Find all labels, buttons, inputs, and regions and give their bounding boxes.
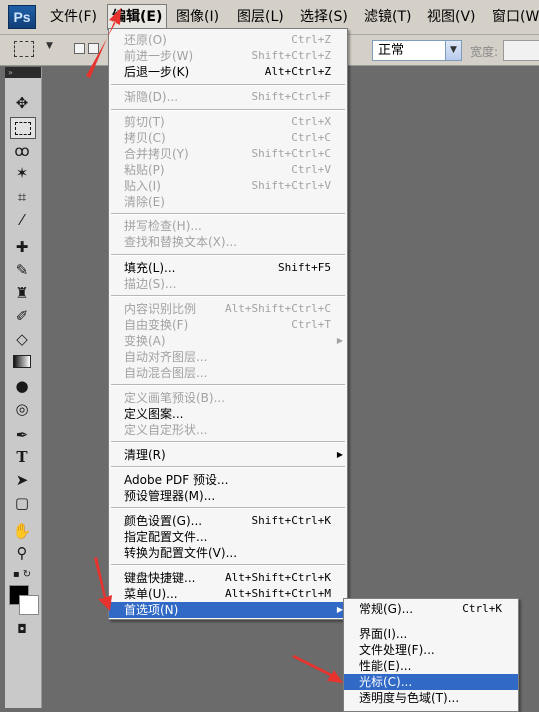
menu-item-paste[interactable]: 粘贴(P) Ctrl+V xyxy=(109,162,347,178)
clone-stamp-tool-icon[interactable]: ♜ xyxy=(10,283,34,303)
menu-item-step-backward[interactable]: 后退一步(K) Alt+Ctrl+Z xyxy=(109,64,347,80)
menu-image[interactable]: 图像(I) xyxy=(172,5,223,29)
shape-tool-icon[interactable]: ▢ xyxy=(10,493,34,513)
menu-edit[interactable]: 编辑(E) xyxy=(107,4,168,30)
width-label: 宽度: xyxy=(470,45,499,59)
background-color-swatch[interactable] xyxy=(19,595,39,615)
menu-separator xyxy=(111,384,345,386)
menu-item-copy-merged[interactable]: 合并拷贝(Y) Shift+Ctrl+C xyxy=(109,146,347,162)
submenu-item-cursors[interactable]: 光标(C)... xyxy=(344,674,518,690)
menu-separator xyxy=(111,109,345,111)
chevron-down-icon[interactable]: ▼ xyxy=(46,41,53,51)
submenu-arrow-icon: ▶ xyxy=(336,336,343,345)
pen-tool-icon[interactable]: ✒ xyxy=(10,425,34,445)
style-select[interactable]: 正常 ▼ xyxy=(372,40,462,61)
menu-item-check-spelling[interactable]: 拼写检查(H)... xyxy=(109,218,347,234)
eraser-tool-icon[interactable]: ◇ xyxy=(10,329,34,349)
menu-item-menus[interactable]: 菜单(U)... Alt+Shift+Ctrl+M xyxy=(109,586,347,602)
eyedropper-tool-icon[interactable]: ⁄ xyxy=(10,210,34,230)
history-brush-tool-icon[interactable]: ✐ xyxy=(10,306,34,326)
menu-item-define-pattern[interactable]: 定义图案... xyxy=(109,406,347,422)
menu-item-purge[interactable]: 清理(R) ▶ xyxy=(109,447,347,463)
menu-item-convert-to-profile[interactable]: 转换为配置文件(V)... xyxy=(109,545,347,561)
menu-view[interactable]: 视图(V) xyxy=(423,5,480,29)
dodge-tool-icon[interactable]: ◎ xyxy=(10,399,34,419)
menu-item-cut[interactable]: 剪切(T) Ctrl+X xyxy=(109,114,347,130)
marquee-tool-icon[interactable] xyxy=(10,117,36,139)
submenu-item-file-handling[interactable]: 文件处理(F)... xyxy=(344,642,518,658)
swap-colors-icon[interactable]: ▪ ↻ xyxy=(10,565,34,585)
menu-file[interactable]: 文件(F) xyxy=(46,5,101,29)
hand-tool-icon[interactable]: ✋ xyxy=(10,521,34,541)
gradient-tool-icon[interactable] xyxy=(10,351,34,371)
menu-separator xyxy=(111,466,345,468)
menu-item-transform[interactable]: 变换(A) ▶ xyxy=(109,333,347,349)
menu-separator xyxy=(111,254,345,256)
menu-select[interactable]: 选择(S) xyxy=(296,5,352,29)
menu-item-undo[interactable]: 还原(O) Ctrl+Z xyxy=(109,32,347,48)
marquee-preset-icon[interactable] xyxy=(14,41,34,57)
crop-tool-icon[interactable]: ⌗ xyxy=(10,187,34,207)
menu-window[interactable]: 窗口(W) xyxy=(488,5,539,29)
menu-item-keyboard-shortcuts[interactable]: 键盘快捷键... Alt+Shift+Ctrl+K xyxy=(109,570,347,586)
toolbox-collapse-icon[interactable]: » xyxy=(5,67,41,78)
menu-item-stroke[interactable]: 描边(S)... xyxy=(109,276,347,292)
menu-item-paste-into[interactable]: 贴入(I) Shift+Ctrl+V xyxy=(109,178,347,194)
move-tool-icon[interactable]: ✥ xyxy=(10,93,34,113)
menu-item-color-settings[interactable]: 颜色设置(G)... Shift+Ctrl+K xyxy=(109,513,347,529)
photoshop-logo: Ps xyxy=(8,5,36,29)
menu-item-adobe-pdf-presets[interactable]: Adobe PDF 预设... xyxy=(109,472,347,488)
submenu-item-transparency-gamut[interactable]: 透明度与色域(T)... xyxy=(344,690,518,706)
menu-item-find-replace[interactable]: 查找和替换文本(X)... xyxy=(109,234,347,250)
menu-item-copy[interactable]: 拷贝(C) Ctrl+C xyxy=(109,130,347,146)
edit-menu-dropdown: 还原(O) Ctrl+Z 前进一步(W) Shift+Ctrl+Z 后退一步(K) A… xyxy=(108,28,348,620)
menu-layer[interactable]: 图层(L) xyxy=(233,5,288,29)
submenu-item-general[interactable]: 常规(G)... Ctrl+K xyxy=(344,601,518,617)
menu-filter[interactable]: 滤镜(T) xyxy=(360,5,415,29)
menu-item-fill[interactable]: 填充(L)... Shift+F5 xyxy=(109,260,347,276)
menu-separator xyxy=(111,564,345,566)
blur-tool-icon[interactable]: ● xyxy=(10,376,34,396)
new-selection-icon[interactable] xyxy=(74,43,85,54)
brush-tool-icon[interactable]: ✎ xyxy=(10,260,34,280)
menu-separator xyxy=(111,507,345,509)
menu-item-free-transform[interactable]: 自由变换(F) Ctrl+T xyxy=(109,317,347,333)
path-selection-tool-icon[interactable]: ➤ xyxy=(10,470,34,490)
menu-item-auto-align-layers[interactable]: 自动对齐图层... xyxy=(109,349,347,365)
magic-wand-tool-icon[interactable]: ✶ xyxy=(10,163,34,183)
menu-separator xyxy=(111,441,345,443)
add-selection-icon[interactable] xyxy=(88,43,99,54)
zoom-tool-icon[interactable]: ⚲ xyxy=(10,543,34,563)
menu-item-fade[interactable]: 渐隐(D)... Shift+Ctrl+F xyxy=(109,89,347,105)
menu-item-define-brush-preset[interactable]: 定义画笔预设(B)... xyxy=(109,390,347,406)
style-select-value: 正常 xyxy=(378,43,405,58)
submenu-item-performance[interactable]: 性能(E)... xyxy=(344,658,518,674)
quick-mask-icon[interactable]: ◘ xyxy=(10,619,34,639)
menu-item-assign-profile[interactable]: 指定配置文件... xyxy=(109,529,347,545)
lasso-tool-icon[interactable]: ꝏ xyxy=(10,141,34,161)
menu-item-step-forward[interactable]: 前进一步(W) Shift+Ctrl+Z xyxy=(109,48,347,64)
submenu-arrow-icon: ▶ xyxy=(336,450,343,459)
width-field[interactable] xyxy=(503,40,539,61)
menu-item-content-aware-scale[interactable]: 内容识别比例 Alt+Shift+Ctrl+C xyxy=(109,301,347,317)
preferences-submenu: 常规(G)... Ctrl+K 界面(I)... 文件处理(F)... 性能(E)… xyxy=(343,598,519,712)
healing-brush-tool-icon[interactable]: ✚ xyxy=(10,237,34,257)
menu-item-auto-blend-layers[interactable]: 自动混合图层... xyxy=(109,365,347,381)
type-tool-icon[interactable]: T xyxy=(10,447,34,467)
menu-item-define-custom-shape[interactable]: 定义自定形状... xyxy=(109,422,347,438)
menu-separator xyxy=(111,84,345,86)
menu-separator xyxy=(111,213,345,215)
toolbox: » ✥ ꝏ ✶ ⌗ ⁄ ✚ ✎ ♜ ✐ ◇ ● ◎ ✒ T ➤ ▢ ✋ ⚲ ▪ … xyxy=(5,67,42,708)
menu-item-clear[interactable]: 清除(E) xyxy=(109,194,347,210)
menu-separator xyxy=(111,295,345,297)
annotation-arrow-cursors xyxy=(292,655,343,683)
menu-item-preferences[interactable]: 首选项(N) ▶ xyxy=(109,602,347,618)
submenu-item-interface[interactable]: 界面(I)... xyxy=(344,626,518,642)
chevron-down-icon[interactable]: ▼ xyxy=(445,41,461,60)
menu-item-preset-manager[interactable]: 预设管理器(M)... xyxy=(109,488,347,504)
